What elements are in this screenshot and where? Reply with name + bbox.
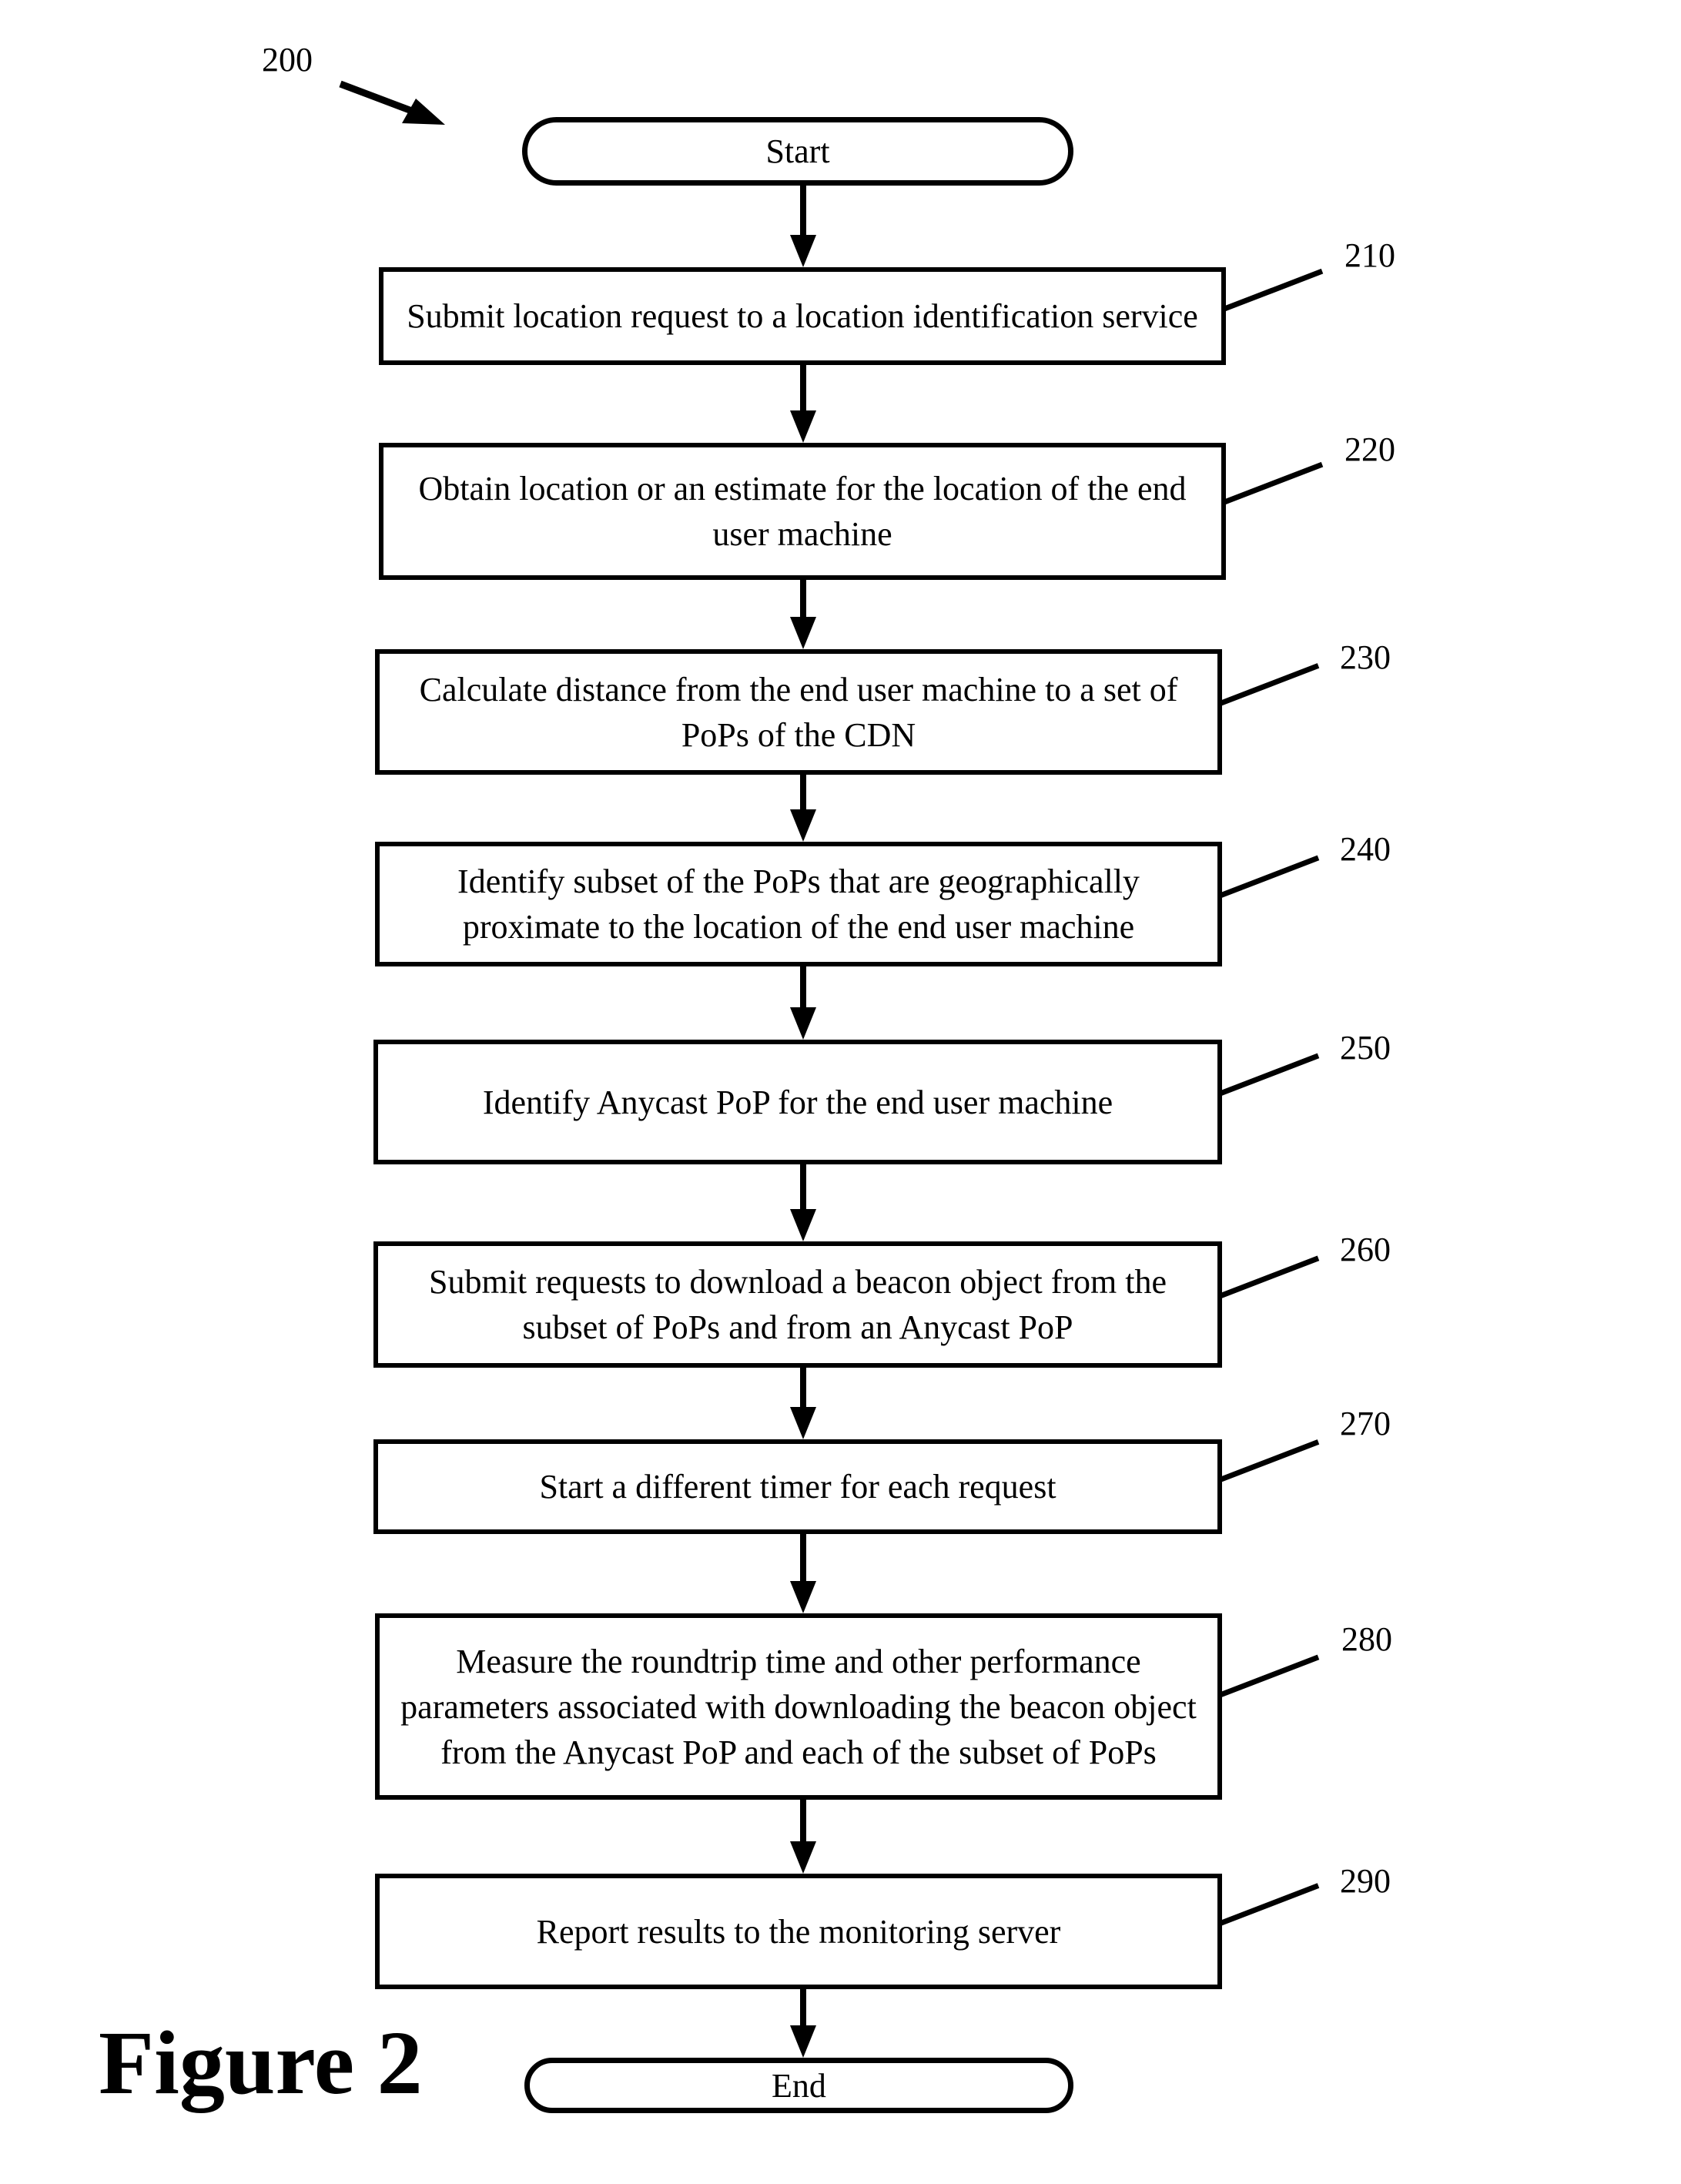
step-box-240: Identify subset of the PoPs that are geo… [375, 842, 1222, 966]
step-text: Start a different timer for each request [539, 1468, 1056, 1506]
arrowhead-down-icon [790, 2025, 816, 2058]
reference-leader-line [1217, 268, 1324, 314]
step-box-210: Submit location request to a location id… [379, 267, 1226, 365]
step-ref-250: 250 [1340, 1029, 1391, 1067]
step-ref-260: 260 [1340, 1231, 1391, 1268]
arrowhead-down-icon [790, 1841, 816, 1874]
step-ref-280: 280 [1341, 1620, 1392, 1658]
step-ref-210: 210 [1344, 236, 1395, 274]
step-ref-270: 270 [1340, 1405, 1391, 1442]
step-box-250: Identify Anycast PoP for the end user ma… [373, 1040, 1222, 1164]
reference-leader-line [1213, 663, 1320, 708]
step-text: Identify Anycast PoP for the end user ma… [482, 1083, 1113, 1121]
reference-leader-line [1213, 1053, 1320, 1099]
arrowhead-down-icon [790, 809, 816, 842]
step-ref-240: 240 [1340, 830, 1391, 868]
end-label: End [772, 2066, 826, 2105]
step-box-230: Calculate distance from the end user mac… [375, 649, 1222, 775]
step-text: Obtain location or an estimate for the l… [418, 470, 1187, 553]
reference-leader-line [1213, 1255, 1320, 1301]
arrowhead-down-icon [790, 410, 816, 443]
start-terminal: Start [522, 117, 1073, 186]
figure-title: Figure 2 [99, 2012, 423, 2113]
step-text: Measure the roundtrip time and other per… [400, 1642, 1197, 1771]
step-text: Report results to the monitoring server [536, 1912, 1061, 1951]
arrowhead-down-icon [790, 1209, 816, 1241]
step-ref-290: 290 [1340, 1862, 1391, 1900]
reference-leader-line [1213, 855, 1320, 901]
step-text: Identify subset of the PoPs that are geo… [457, 863, 1140, 946]
end-terminal: End [524, 2058, 1073, 2113]
step-box-260: Submit requests to download a beacon obj… [373, 1241, 1222, 1368]
figure-reference-number: 200 [262, 41, 313, 79]
step-text: Calculate distance from the end user mac… [419, 670, 1178, 754]
arrowhead-down-icon [790, 235, 816, 267]
arrowhead-down-icon [790, 1581, 816, 1613]
step-box-220: Obtain location or an estimate for the l… [379, 443, 1226, 580]
step-box-280: Measure the roundtrip time and other per… [375, 1613, 1222, 1800]
reference-leader-line [1213, 1883, 1320, 1928]
step-text: Submit location request to a location id… [407, 297, 1198, 335]
start-label: Start [765, 132, 830, 170]
step-ref-220: 220 [1344, 430, 1395, 468]
reference-leader-line [1213, 1439, 1320, 1485]
step-ref-230: 230 [1340, 638, 1391, 676]
step-box-290: Report results to the monitoring server [375, 1874, 1222, 1989]
reference-leader-line [1213, 1654, 1320, 1700]
step-text: Submit requests to download a beacon obj… [429, 1263, 1167, 1346]
step-box-270: Start a different timer for each request [373, 1439, 1222, 1534]
arrowhead-down-icon [790, 1007, 816, 1040]
reference-leader-line [1217, 461, 1324, 507]
arrowhead-down-icon [790, 1407, 816, 1439]
arrowhead-down-icon [790, 617, 816, 649]
